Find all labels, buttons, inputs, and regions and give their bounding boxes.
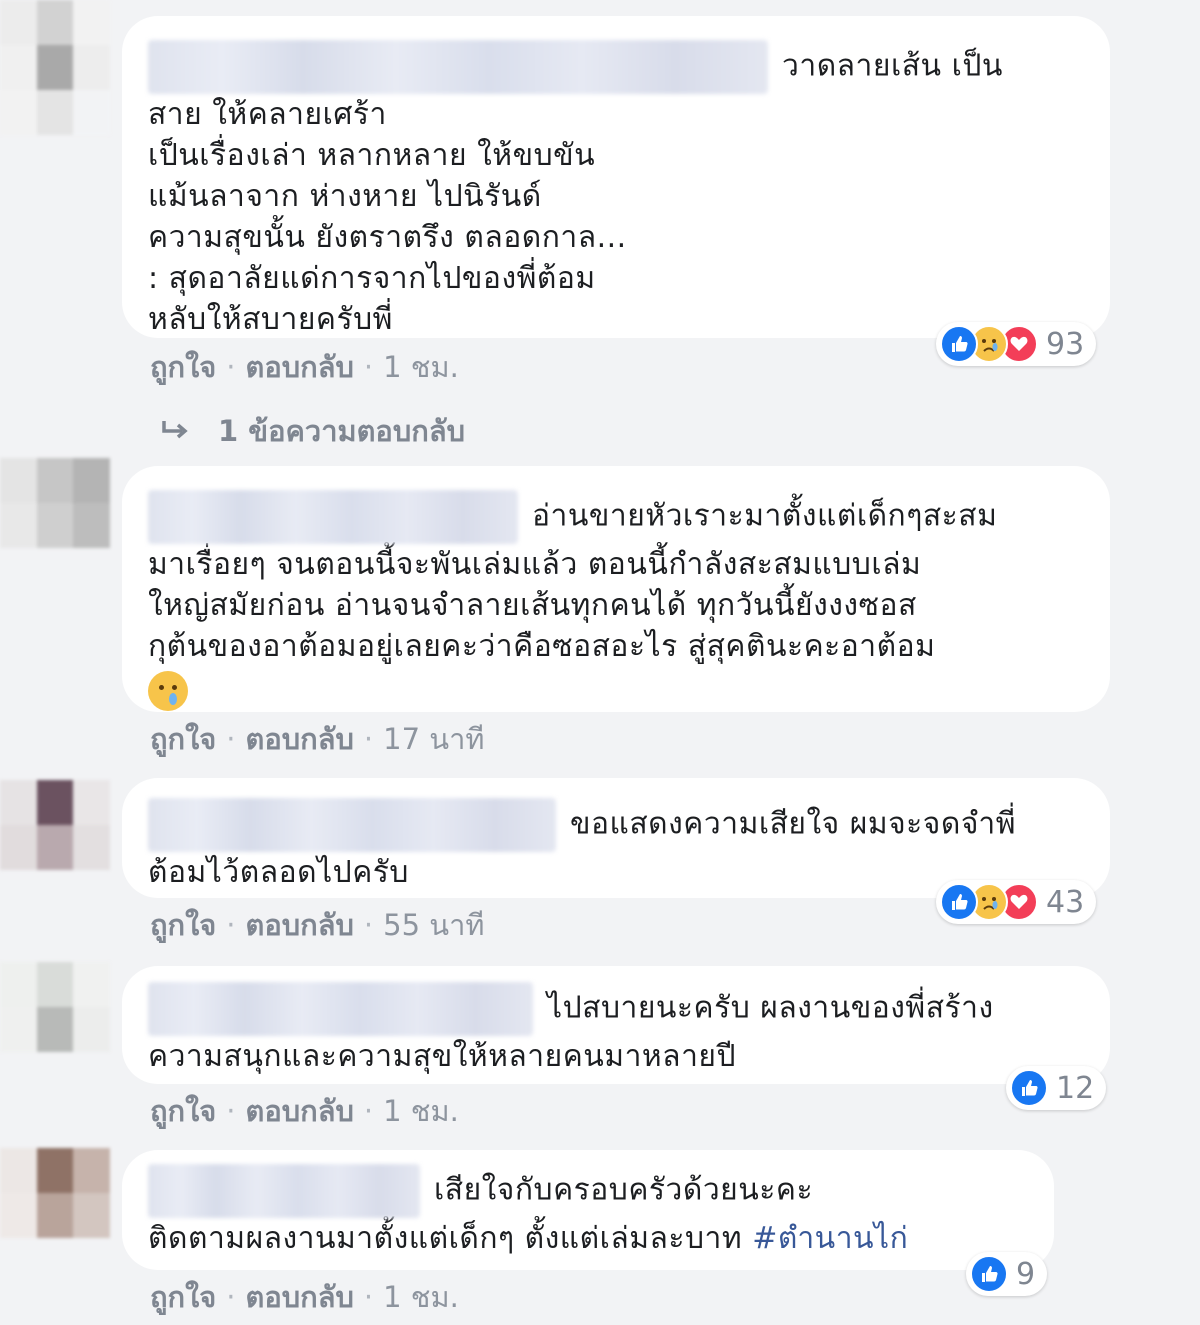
reaction-count: 9	[1016, 1256, 1036, 1292]
like-button[interactable]: ถูกใจ	[150, 1094, 216, 1128]
view-replies-link[interactable]: 1 ข้อความตอบกลับ	[160, 408, 465, 454]
like-icon	[970, 1255, 1008, 1293]
like-button[interactable]: ถูกใจ	[150, 1280, 216, 1314]
separator: ·	[363, 1280, 374, 1314]
reply-button[interactable]: ตอบกลับ	[246, 1280, 354, 1314]
avatar[interactable]	[0, 962, 110, 1052]
commenter-name[interactable]	[148, 1164, 420, 1218]
timestamp[interactable]: 55 นาที	[383, 908, 484, 942]
separator: ·	[226, 722, 236, 756]
comment-actions: ถูกใจ · ตอบกลับ · 1 ชม.	[150, 1088, 459, 1134]
like-icon	[940, 325, 978, 363]
separator: ·	[363, 722, 374, 756]
reaction-count: 93	[1046, 326, 1085, 362]
replies-count-label: 1 ข้อความตอบกลับ	[218, 414, 465, 448]
avatar[interactable]	[0, 458, 110, 548]
comment-actions: ถูกใจ · ตอบกลับ · 1 ชม.	[150, 1274, 459, 1320]
reaction-count: 43	[1046, 884, 1085, 920]
comment-actions: ถูกใจ · ตอบกลับ · 1 ชม.	[150, 344, 459, 390]
separator: ·	[363, 908, 374, 942]
commenter-name[interactable]	[148, 40, 768, 94]
timestamp[interactable]: 17 นาที	[383, 722, 484, 756]
like-icon	[1010, 1069, 1048, 1107]
comment-actions: ถูกใจ · ตอบกลับ · 17 นาที	[150, 716, 484, 762]
separator: ·	[226, 1094, 236, 1128]
like-button[interactable]: ถูกใจ	[150, 350, 216, 384]
reaction-summary[interactable]: 9	[966, 1252, 1048, 1296]
comment-bubble: เสียใจกับครอบครัวด้วยนะคะ ติดตามผลงานมาต…	[122, 1150, 1054, 1270]
like-icon	[940, 883, 978, 921]
commenter-name[interactable]	[148, 798, 556, 852]
avatar[interactable]	[0, 0, 110, 135]
commenter-name[interactable]	[148, 982, 533, 1036]
reaction-summary[interactable]: 12	[1006, 1066, 1107, 1110]
reaction-summary[interactable]: 93	[936, 322, 1097, 366]
reaction-count: 12	[1056, 1070, 1095, 1106]
separator: ·	[226, 350, 236, 384]
reply-button[interactable]: ตอบกลับ	[246, 1094, 354, 1128]
commenter-name[interactable]	[148, 490, 518, 544]
comment-actions: ถูกใจ · ตอบกลับ · 55 นาที	[150, 902, 484, 948]
reply-arrow-icon	[160, 416, 196, 450]
timestamp[interactable]: 1 ชม.	[383, 1094, 459, 1128]
reply-button[interactable]: ตอบกลับ	[246, 722, 354, 756]
avatar[interactable]	[0, 1148, 110, 1238]
avatar[interactable]	[0, 780, 110, 870]
reply-button[interactable]: ตอบกลับ	[246, 350, 354, 384]
like-button[interactable]: ถูกใจ	[150, 722, 216, 756]
separator: ·	[363, 350, 374, 384]
separator: ·	[226, 908, 236, 942]
reply-button[interactable]: ตอบกลับ	[246, 908, 354, 942]
reaction-summary[interactable]: 43	[936, 880, 1097, 924]
timestamp[interactable]: 1 ชม.	[383, 1280, 459, 1314]
like-button[interactable]: ถูกใจ	[150, 908, 216, 942]
sad-emoji-icon	[148, 670, 188, 711]
separator: ·	[363, 1094, 374, 1128]
comment-bubble: อ่านขายหัวเราะมาตั้งแต่เด็กๆสะสม มาเรื่อ…	[122, 466, 1110, 712]
comment-bubble: ไปสบายนะครับ ผลงานของพี่สร้าง ความสนุกแล…	[122, 966, 1110, 1084]
timestamp[interactable]: 1 ชม.	[383, 350, 459, 384]
separator: ·	[226, 1280, 236, 1314]
comment-bubble: วาดลายเส้น เป็น สาย ให้คลายเศร้า เป็นเรื…	[122, 16, 1110, 338]
hashtag-link[interactable]: #ตำนานไก่	[752, 1221, 908, 1256]
